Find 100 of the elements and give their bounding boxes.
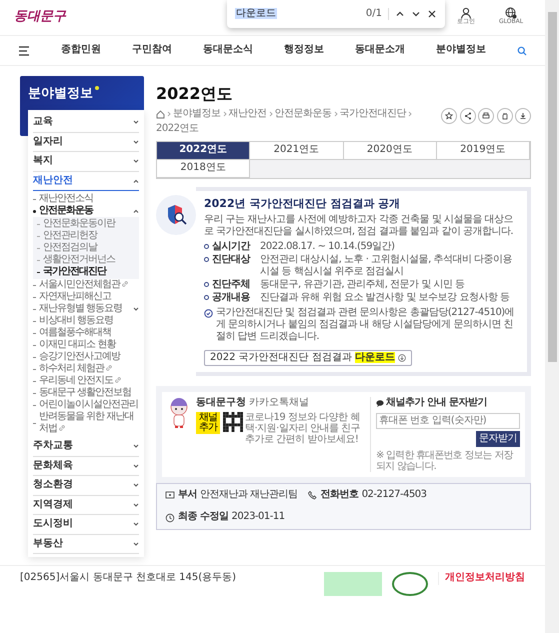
nav-link[interactable]: 구민참여 bbox=[132, 44, 172, 57]
submenu-item[interactable]: 어린이놀이시설안전관리 bbox=[39, 399, 139, 411]
check-icon bbox=[204, 308, 213, 318]
sidebar-item[interactable]: 일자리 bbox=[33, 132, 139, 152]
submenu-item[interactable]: 안전관리헌장 bbox=[43, 230, 97, 242]
sidebar-item[interactable]: 지역경제 bbox=[33, 496, 139, 515]
chevron-right-icon bbox=[334, 111, 338, 118]
privacy-note: ※ 입력한 휴대폰번호 정보는 저장되지 않습니다. bbox=[376, 450, 514, 472]
dot-icon bbox=[95, 86, 99, 90]
fact-value: 진단결과 유해 위험 요소 발견사항 및 보수보강 요청사항 등 bbox=[260, 292, 510, 304]
breadcrumb-link[interactable]: 분야별정보 bbox=[173, 108, 220, 120]
chevron-right-icon bbox=[408, 111, 412, 118]
nav-link[interactable]: 동대문소식 bbox=[203, 44, 253, 57]
download-button[interactable]: 2022 국가안전대진단 점검결과 다운로드 bbox=[204, 350, 412, 366]
year-tab[interactable]: 2020연도 bbox=[344, 142, 437, 160]
sidebar-item[interactable]: 복지 bbox=[33, 152, 139, 172]
submenu-item[interactable]: 재난유형별 행동요령 bbox=[39, 303, 139, 315]
submenu-item[interactable]: 서울시민안전체험관 bbox=[39, 279, 139, 291]
sidebar-item[interactable]: 문화체육 bbox=[33, 456, 139, 476]
next-match-icon[interactable] bbox=[411, 9, 421, 19]
submenu-item[interactable]: 비상대비 행동요령 bbox=[39, 315, 139, 327]
chevron-right-icon bbox=[167, 111, 171, 118]
submenu-item[interactable]: 반려동물을 위한 재난대처법 bbox=[39, 411, 139, 435]
chevron-right-icon bbox=[222, 111, 226, 118]
breadcrumb-link[interactable]: 안전문화운동 bbox=[274, 108, 332, 120]
sms-button[interactable]: 문자받기 bbox=[476, 430, 520, 447]
fact-label: 진단주체 bbox=[212, 278, 250, 291]
fact-value: 동대문구, 유관기관, 관리주체, 전문가 및 시민 등 bbox=[260, 278, 465, 291]
year-tab[interactable]: 2021연도 bbox=[250, 142, 344, 160]
match-count: 0/1 bbox=[366, 8, 389, 20]
submenu-item[interactable]: 생활안전거버넌스 bbox=[43, 254, 115, 266]
breadcrumb-link[interactable]: 재난안전 bbox=[228, 108, 266, 120]
sidebar-item[interactable]: 재난안전 bbox=[33, 172, 139, 191]
channel-description: 코로나19 정보와 다양한 혜택·지원·일자리 안내를 친구추가로 간편히 받아보세요! bbox=[245, 412, 362, 446]
site-logo[interactable]: 동대문구 bbox=[14, 9, 66, 26]
submenu-item[interactable]: 이재민 대피소 현황 bbox=[39, 339, 139, 351]
fact-label: 진단대상 bbox=[212, 254, 250, 266]
sidebar-item[interactable]: 도시정비 bbox=[33, 515, 139, 534]
phone-icon bbox=[308, 490, 318, 500]
submenu-item[interactable]: 국가안전대진단 bbox=[43, 266, 106, 278]
folder-icon bbox=[165, 490, 175, 500]
breadcrumb-link[interactable]: 국가안전대진단 bbox=[340, 108, 406, 120]
submenu-item[interactable]: 우리동네 안전지도 bbox=[39, 375, 139, 387]
user-icon bbox=[460, 6, 472, 18]
sidebar-item[interactable]: 주차교통 bbox=[33, 437, 139, 456]
clock-icon bbox=[165, 512, 175, 522]
submenu-item[interactable]: 안전점검의날 bbox=[43, 242, 97, 254]
download-icon bbox=[518, 111, 528, 121]
menu-icon[interactable] bbox=[18, 46, 30, 56]
bullet-icon bbox=[204, 256, 209, 262]
submenu-item[interactable]: 안전문화운동이란 bbox=[43, 218, 115, 230]
page-title: 2022연도 bbox=[156, 84, 234, 104]
scrollbar-thumb[interactable] bbox=[548, 12, 556, 362]
privacy-policy-link[interactable]: 개인정보처리방침 bbox=[438, 572, 525, 584]
close-icon[interactable] bbox=[427, 9, 437, 19]
fact-value: 안전관리 대상시설, 노후 · 고위험시설물, 추석대비 다중이용시설 등 핵심시설 위주로 점검실시 bbox=[260, 254, 514, 278]
channel-add-button[interactable]: 채널추가 bbox=[196, 412, 220, 434]
printer-icon bbox=[481, 111, 491, 121]
submenu-item[interactable]: 자연재난피해신고 bbox=[39, 291, 139, 303]
share-button[interactable] bbox=[460, 108, 476, 124]
inquiry-note: 국가안전대진단 및 점검결과 관련 문의사항은 총괄담당(2127-4510)에게 문의하시거나 붙임의 점검결과 내 해당 시설담당에게 문의하시면 친절히 답변 드리겠습니다. bbox=[216, 306, 516, 343]
find-input[interactable]: 다운로드 bbox=[235, 8, 360, 20]
save-button[interactable] bbox=[515, 108, 531, 124]
link-icon bbox=[106, 365, 112, 372]
favorite-button[interactable] bbox=[441, 108, 457, 124]
submenu-item[interactable]: 재난안전소식 bbox=[39, 193, 139, 205]
fact-label: 실시기간 bbox=[212, 240, 250, 253]
certification-mark bbox=[392, 572, 428, 596]
sidebar-item[interactable]: 부동산 bbox=[33, 534, 139, 554]
nav-link[interactable]: 행정정보 bbox=[284, 44, 324, 57]
info-label: 전화번호 bbox=[320, 488, 359, 502]
link-icon bbox=[115, 377, 122, 384]
bullet-icon bbox=[33, 210, 36, 212]
submenu-item[interactable]: 승강기안전사고예방 bbox=[39, 351, 139, 363]
section-heading: 2022년 국가안전대진단 점검결과 공개 bbox=[204, 197, 402, 211]
submenu-item[interactable]: 안전문화운동 bbox=[39, 205, 139, 217]
year-tab[interactable]: 2022연도 bbox=[157, 142, 250, 160]
home-icon[interactable] bbox=[156, 110, 165, 119]
sidebar-item[interactable]: 청소환경 bbox=[33, 476, 139, 496]
info-value: 02-2127-4503 bbox=[362, 488, 427, 502]
chevron-right-icon bbox=[268, 111, 272, 118]
chat-icon bbox=[376, 400, 384, 407]
nav-link[interactable]: 종합민원 bbox=[61, 44, 101, 57]
year-tab[interactable]: 2019연도 bbox=[436, 142, 530, 160]
sidebar-title: 분야별정보 bbox=[28, 86, 93, 102]
submenu-item[interactable]: 동대문구 생활안전보험 bbox=[39, 387, 139, 399]
print-button[interactable] bbox=[478, 108, 494, 124]
search-icon[interactable] bbox=[517, 46, 527, 56]
fact-label: 공개내용 bbox=[212, 292, 250, 304]
nav-link[interactable]: 분야별정보 bbox=[436, 44, 486, 57]
phone-input[interactable]: 휴대폰 번호 입력(숫자만) bbox=[376, 412, 520, 429]
share-icon bbox=[462, 111, 472, 121]
nav-link[interactable]: 동대문소개 bbox=[355, 44, 405, 57]
breadcrumb-link[interactable]: 2022연도 bbox=[156, 122, 198, 135]
year-tab[interactable]: 2018연도 bbox=[157, 160, 250, 178]
sidebar-item[interactable]: 교육 bbox=[33, 113, 139, 132]
bullet-icon bbox=[204, 282, 209, 287]
submenu-item[interactable]: 하수처리 체험관 bbox=[39, 363, 139, 375]
submenu-item[interactable]: 여름철풍수해대책 bbox=[39, 327, 139, 339]
scrollbar[interactable] bbox=[545, 0, 559, 633]
